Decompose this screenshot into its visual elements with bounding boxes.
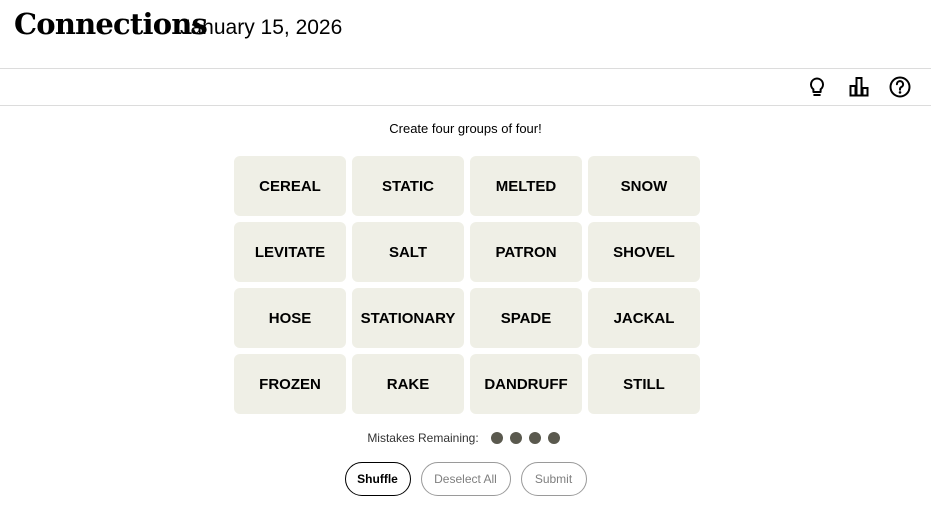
word-tile[interactable]: SHOVEL xyxy=(588,222,700,282)
mistake-dot xyxy=(510,432,523,444)
word-tile[interactable]: STATIONARY xyxy=(352,288,464,348)
hint-lightbulb-icon[interactable] xyxy=(804,74,830,100)
word-tile[interactable]: LEVITATE xyxy=(234,222,346,282)
word-tile[interactable]: RAKE xyxy=(352,354,464,414)
word-tile[interactable]: SPADE xyxy=(470,288,582,348)
mistake-dot xyxy=(491,432,504,444)
toolbar xyxy=(0,69,931,106)
word-tile[interactable]: SALT xyxy=(352,222,464,282)
action-buttons: Shuffle Deselect All Submit xyxy=(0,462,931,496)
word-tile[interactable]: MELTED xyxy=(470,156,582,216)
word-tile[interactable]: SNOW xyxy=(588,156,700,216)
word-tile[interactable]: JACKAL xyxy=(588,288,700,348)
stats-bar-chart-icon[interactable] xyxy=(846,74,872,100)
deselect-all-button[interactable]: Deselect All xyxy=(420,462,511,496)
submit-button[interactable]: Submit xyxy=(520,462,587,496)
header-bar: Connections January 15, 2026 xyxy=(0,0,931,69)
shuffle-button[interactable]: Shuffle xyxy=(344,462,411,496)
mistakes-remaining: Mistakes Remaining: xyxy=(0,430,931,446)
word-grid: CEREAL STATIC MELTED SNOW LEVITATE SALT … xyxy=(234,156,702,414)
mistake-dots xyxy=(488,432,564,444)
word-tile[interactable]: PATRON xyxy=(470,222,582,282)
word-tile[interactable]: STILL xyxy=(588,354,700,414)
puzzle-date: January 15, 2026 xyxy=(180,16,343,39)
word-tile[interactable]: HOSE xyxy=(234,288,346,348)
word-tile[interactable]: FROZEN xyxy=(234,354,346,414)
app-title: Connections xyxy=(14,7,208,41)
word-tile[interactable]: DANDRUFF xyxy=(470,354,582,414)
instructions-text: Create four groups of four! xyxy=(389,121,542,136)
word-tile[interactable]: STATIC xyxy=(352,156,464,216)
mistake-dot xyxy=(529,432,542,444)
help-question-icon[interactable] xyxy=(887,74,913,100)
word-tile[interactable]: CEREAL xyxy=(234,156,346,216)
mistakes-label: Mistakes Remaining: xyxy=(367,431,479,445)
mistake-dot xyxy=(548,432,561,444)
